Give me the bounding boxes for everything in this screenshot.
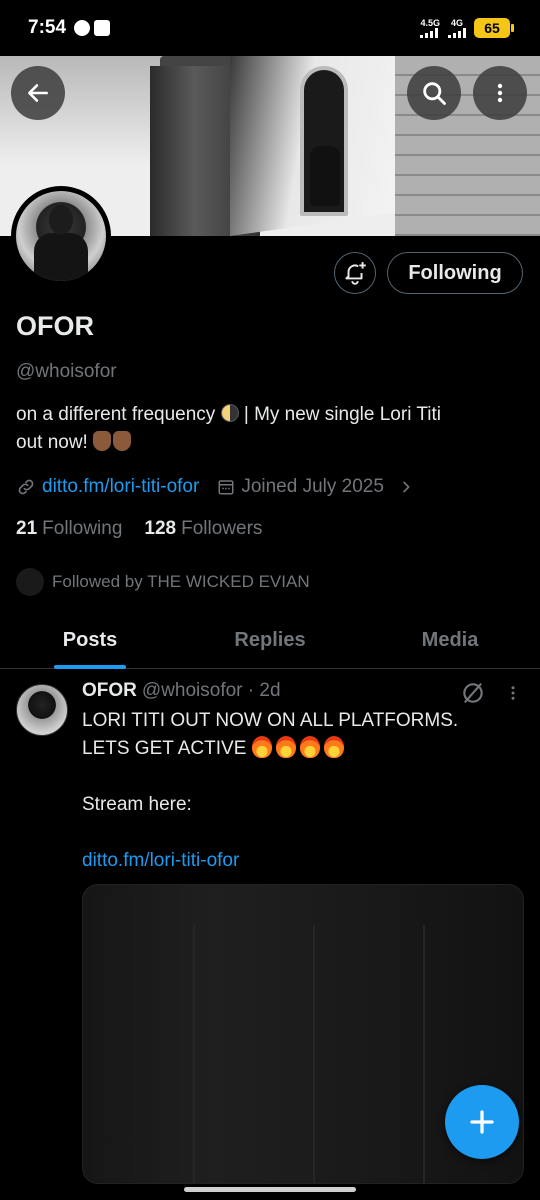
network-type-2: 4G <box>450 17 463 28</box>
facebook-icon <box>74 20 91 36</box>
profile-avatar[interactable] <box>11 186 111 286</box>
battery-icon: 65 <box>474 18 514 38</box>
more-options-button[interactable] <box>473 66 527 120</box>
post-line-1: LORI TITI OUT NOW ON ALL PLATFORMS. <box>82 710 459 731</box>
fire-emoji-icon <box>299 736 320 758</box>
search-button[interactable] <box>407 66 461 120</box>
signal-1: 4.5G <box>420 17 440 38</box>
bio-text-2: | My new single Lori Titi <box>238 404 441 425</box>
profile-handle: @whoisofor <box>16 361 117 382</box>
post-line-2-wrap: LETS GET ACTIVE <box>82 735 512 763</box>
signal-bars-icon <box>448 27 466 38</box>
profile-bio: on a different frequency | My new single… <box>16 401 516 457</box>
search-icon <box>423 82 446 105</box>
network-type-1: 4.5G <box>420 17 440 28</box>
bell-plus-icon <box>345 262 366 285</box>
fire-emoji-icon <box>275 736 296 758</box>
plus-icon <box>470 1110 494 1134</box>
profile-name: OFOR <box>16 311 94 341</box>
home-indicator[interactable] <box>184 1187 356 1192</box>
status-bar: 7:54 4.5G 4G 65 <box>0 0 540 56</box>
post-body[interactable]: LORI TITI OUT NOW ON ALL PLATFORMS. LETS… <box>82 707 512 875</box>
followers-label: Followers <box>181 518 263 539</box>
app-notification-icon <box>94 20 111 36</box>
post-author-name[interactable]: OFOR <box>82 680 137 702</box>
post-header: OFOR @whoisofor · 2d <box>82 680 281 702</box>
tab-replies[interactable]: Replies <box>180 616 360 668</box>
following-button[interactable]: Following <box>387 252 523 294</box>
tab-media[interactable]: Media <box>360 616 540 668</box>
followers-count-link[interactable]: 128 Followers <box>144 518 262 540</box>
profile-link[interactable]: ditto.fm/lori-titi-ofor <box>42 476 199 498</box>
moon-emoji-icon <box>220 404 239 422</box>
bio-text-1: on a different frequency <box>16 404 221 425</box>
notifications-button[interactable] <box>334 252 376 294</box>
tab-posts[interactable]: Posts <box>0 616 180 668</box>
more-vertical-icon <box>497 83 503 103</box>
signal-bars-icon <box>420 27 440 38</box>
bio-text-3: out now! <box>16 432 94 453</box>
post-avatar[interactable] <box>16 684 68 736</box>
post-author-handle: @whoisofor · 2d <box>141 680 281 701</box>
follower-avatar <box>16 568 44 596</box>
signal-2: 4G <box>448 17 466 38</box>
post-line-3: Stream here: <box>82 794 192 815</box>
profile-tabs: Posts Replies Media <box>0 616 540 669</box>
arrow-left-icon <box>28 84 48 102</box>
link-icon <box>18 479 34 495</box>
post-more-icon[interactable] <box>504 684 522 702</box>
back-button[interactable] <box>11 66 65 120</box>
pointing-down-emoji-icon <box>113 431 132 451</box>
pointing-down-emoji-icon <box>93 431 112 451</box>
following-count: 21 <box>16 518 38 539</box>
following-count-link[interactable]: 21 Following <box>16 518 122 540</box>
follow-counts: 21 Following 128 Followers <box>16 518 284 540</box>
compose-button[interactable] <box>445 1085 519 1159</box>
fire-emoji-icon <box>323 736 344 758</box>
post-line-2: LETS GET ACTIVE <box>82 738 252 759</box>
followers-count: 128 <box>144 518 177 539</box>
followed-by[interactable]: Followed by THE WICKED EVIAN <box>16 568 310 596</box>
fire-emoji-icon <box>251 736 272 758</box>
post-link[interactable]: ditto.fm/lori-titi-ofor <box>82 847 512 875</box>
grok-icon[interactable] <box>460 680 486 706</box>
followed-by-text: Followed by THE WICKED EVIAN <box>52 572 310 591</box>
status-time: 7:54 <box>28 17 67 38</box>
following-label: Following <box>42 518 123 539</box>
profile-meta: ditto.fm/lori-titi-ofor Joined July 2025 <box>16 476 414 498</box>
chevron-right-icon[interactable] <box>398 479 414 495</box>
joined-date: Joined July 2025 <box>241 476 384 497</box>
calendar-icon <box>218 480 234 495</box>
